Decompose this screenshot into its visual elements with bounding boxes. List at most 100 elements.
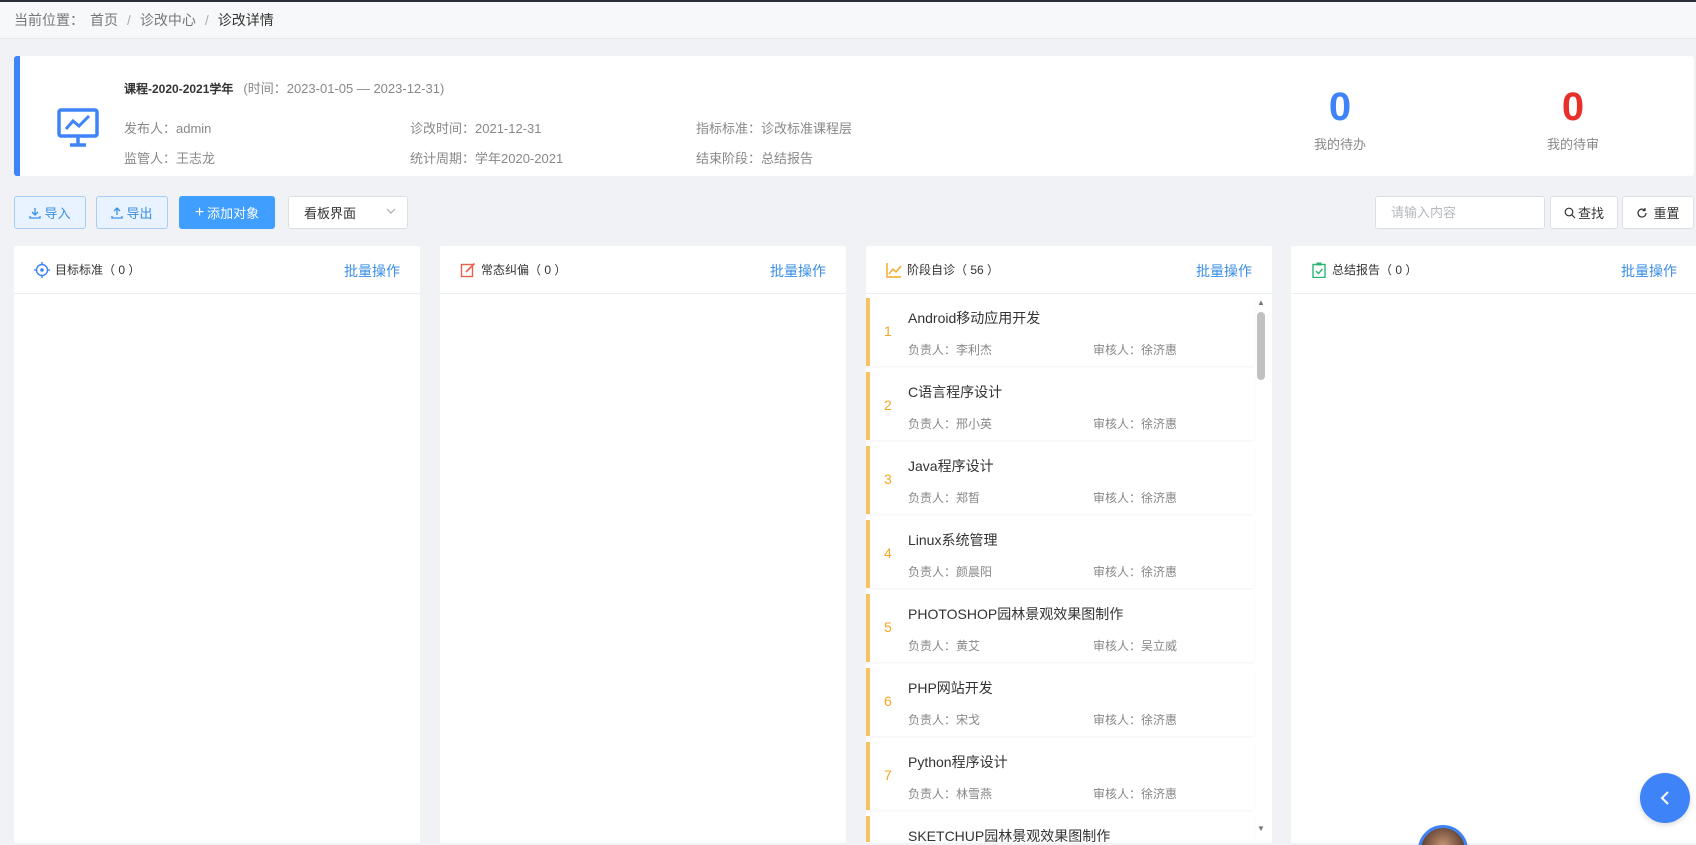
view-select[interactable]: 看板界面 [288,196,408,229]
reset-button[interactable]: 重置 [1622,196,1694,229]
column-summary: 总结报告（ 0 ） 批量操作 [1291,246,1696,843]
item-index: 5 [884,619,892,635]
end-stage: 结束阶段：总结报告 [696,151,814,166]
add-object-button[interactable]: + 添加对象 [179,196,275,229]
item-reviewer: 审核人：徐济惠 [1093,343,1178,357]
collapse-button[interactable] [1640,773,1690,823]
column-target: 目标标准（ 0 ） 批量操作 [14,246,420,843]
item-name: PHOTOSHOP园林景观效果图制作 [908,606,1124,622]
stat-review[interactable]: 0 我的待审 [1513,84,1633,153]
item-index: 3 [884,471,892,487]
item-owner: 负责人：邢小英 [908,417,993,431]
find-button[interactable]: 查找 [1550,196,1618,229]
item-reviewer: 审核人：徐济惠 [1093,491,1178,505]
plan-period: (时间：2023-01-05 — 2023-12-31) [243,81,445,96]
scrollbar[interactable]: ▲ ▼ [1256,298,1266,834]
list-item[interactable]: 4 Linux系统管理 负责人：颜晨阳 审核人：徐济惠 [866,520,1254,588]
plan-title: 课程-2020-2021学年 (时间：2023-01-05 — 2023-12-3… [124,78,444,97]
target-icon [34,261,50,278]
item-reviewer: 审核人：徐济惠 [1093,713,1178,727]
item-name: C语言程序设计 [908,384,1003,400]
item-owner: 负责人：林雪燕 [908,787,993,801]
column-header: 阶段自诊（ 56 ） 批量操作 [866,246,1272,294]
item-name: Java程序设计 [908,458,994,474]
stat-todo[interactable]: 0 我的待办 [1280,84,1400,153]
item-name: SKETCHUP园林景观效果图制作 [908,828,1111,842]
scroll-up-icon[interactable]: ▲ [1256,298,1266,308]
view-select-value: 看板界面 [304,206,357,221]
batch-operation-link[interactable]: 批量操作 [770,261,826,281]
list-item[interactable]: 8 SKETCHUP园林景观效果图制作 [866,816,1254,842]
column-title: 常态纠偏（ 0 ） [481,263,567,277]
column-correction: 常态纠偏（ 0 ） 批量操作 [440,246,846,843]
list-item[interactable]: 1 Android移动应用开发 负责人：李利杰 审核人：徐济惠 [866,298,1254,366]
scrollbar-thumb[interactable] [1257,312,1265,380]
breadcrumb-prefix: 当前位置： [14,12,84,28]
item-reviewer: 审核人：徐济惠 [1093,417,1178,431]
item-index: 8 [884,841,892,842]
item-name: PHP网站开发 [908,680,993,696]
supervisor: 监管人：王志龙 [124,151,216,166]
search-icon [1564,207,1576,218]
item-owner: 负责人：宋戈 [908,713,981,727]
monitor-chart-icon [57,108,99,147]
list-item[interactable]: 2 C语言程序设计 负责人：邢小英 审核人：徐济惠 [866,372,1254,440]
breadcrumb-separator: / [204,12,209,28]
list-item[interactable]: 7 Python程序设计 负责人：林雪燕 审核人：徐济惠 [866,742,1254,810]
column-header: 总结报告（ 0 ） 批量操作 [1291,246,1696,294]
item-reviewer: 审核人：徐济惠 [1093,787,1178,801]
breadcrumb-home[interactable]: 首页 [90,10,118,30]
item-list[interactable]: 1 Android移动应用开发 负责人：李利杰 审核人：徐济惠 2 C语言程序设… [866,294,1272,842]
info-card: 课程-2020-2021学年 (时间：2023-01-05 — 2023-12-3… [14,56,1694,176]
item-owner: 负责人：颜晨阳 [908,565,993,579]
item-name: Linux系统管理 [908,532,998,548]
item-reviewer: 审核人：吴立威 [1093,639,1178,653]
breadcrumb-center[interactable]: 诊改中心 [140,10,196,30]
column-title: 目标标准（ 0 ） [55,263,141,277]
plus-icon: + [194,203,205,221]
import-label: 导入 [44,206,71,221]
item-index: 1 [884,323,892,339]
column-header: 常态纠偏（ 0 ） 批量操作 [440,246,846,294]
item-name: Android移动应用开发 [908,310,1041,326]
batch-operation-link[interactable]: 批量操作 [1196,261,1252,281]
item-index: 7 [884,767,892,783]
item-index: 6 [884,693,892,709]
stat-todo-label: 我的待办 [1313,137,1366,152]
scroll-down-icon[interactable]: ▼ [1256,824,1266,834]
export-label: 导出 [126,206,153,221]
edit-icon [460,262,476,277]
breadcrumb-separator: / [127,12,131,28]
list-item[interactable]: 6 PHP网站开发 负责人：宋戈 审核人：徐济惠 [866,668,1254,736]
diag-time: 诊改时间：2021-12-31 [410,121,542,136]
refresh-icon [1637,207,1648,218]
item-index: 2 [884,397,892,413]
column-self-diagnosis: 阶段自诊（ 56 ） 批量操作 1 Android移动应用开发 负责人：李利杰 … [866,246,1272,843]
clipboard-check-icon [1312,262,1326,278]
column-title: 总结报告（ 0 ） [1332,263,1418,277]
add-object-label: 添加对象 [207,206,260,221]
list-item[interactable]: 5 PHOTOSHOP园林景观效果图制作 负责人：黄艾 审核人：吴立威 [866,594,1254,662]
item-name: Python程序设计 [908,754,1008,770]
breadcrumb: 当前位置： 首页 / 诊改中心 / 诊改详情 [0,2,1696,39]
batch-operation-link[interactable]: 批量操作 [344,261,400,281]
item-owner: 负责人：郑皙 [908,491,981,505]
chevron-down-icon [386,208,396,214]
column-title: 阶段自诊（ 56 ） [907,263,1000,277]
item-index: 4 [884,545,892,561]
item-reviewer: 审核人：徐济惠 [1093,565,1178,579]
search-input[interactable] [1375,196,1545,229]
item-owner: 负责人：黄艾 [908,639,981,653]
plan-name: 课程-2020-2021学年 [124,82,234,96]
column-header: 目标标准（ 0 ） 批量操作 [14,246,420,294]
list-item[interactable]: 3 Java程序设计 负责人：郑皙 审核人：徐济惠 [866,446,1254,514]
stat-period: 统计周期：学年2020-2021 [410,151,564,166]
import-button[interactable]: 导入 [14,196,86,229]
stat-review-label: 我的待审 [1546,137,1599,152]
chart-line-icon [886,262,902,278]
item-owner: 负责人：李利杰 [908,343,993,357]
batch-operation-link[interactable]: 批量操作 [1621,261,1677,281]
download-icon [29,207,42,219]
stat-todo-value: 0 [1328,85,1352,129]
export-button[interactable]: 导出 [96,196,168,229]
